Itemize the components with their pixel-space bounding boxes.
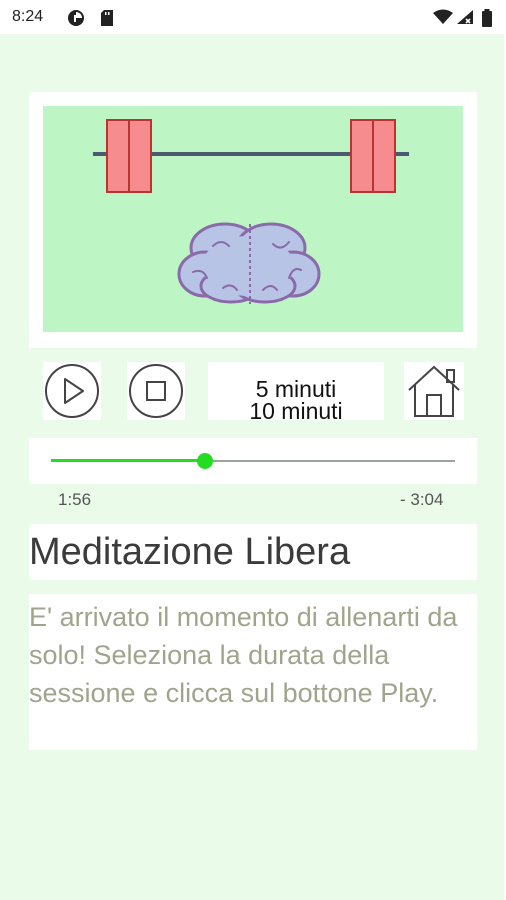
stop-button[interactable] <box>127 362 185 420</box>
elapsed-time: 1:56 <box>58 490 92 509</box>
duration-option[interactable]: 10 minuti <box>208 398 384 420</box>
status-time: 8:24 <box>12 8 44 25</box>
app-screen: 5 minuti 10 minuti 1:56 - 3:04 Meditazio… <box>0 34 504 900</box>
page-title: Meditazione Libera <box>29 531 351 573</box>
home-button[interactable] <box>404 362 464 420</box>
stop-icon <box>129 364 183 418</box>
description-text: E' arrivato il momento di allenarti da s… <box>29 602 458 708</box>
status-bar: 8:24 <box>0 0 506 34</box>
home-icon <box>408 365 460 417</box>
seek-bar[interactable] <box>29 438 477 484</box>
seek-progress <box>51 459 205 462</box>
seek-thumb[interactable] <box>196 453 213 469</box>
data-saver-icon <box>67 9 85 32</box>
signal-icon <box>456 9 474 30</box>
banner-illustration <box>43 106 463 332</box>
description-card: E' arrivato il momento di allenarti da s… <box>29 594 477 750</box>
duration-picker[interactable]: 5 minuti 10 minuti <box>208 362 384 420</box>
remaining-time: - 3:04 <box>400 490 444 509</box>
wifi-icon <box>433 9 453 30</box>
banner-card <box>29 92 477 348</box>
sd-card-icon <box>100 9 114 32</box>
barbell-brain-image <box>93 119 409 304</box>
battery-icon <box>481 9 493 32</box>
title-card: Meditazione Libera <box>29 524 477 580</box>
play-button[interactable] <box>43 362 101 420</box>
play-icon <box>45 364 99 418</box>
